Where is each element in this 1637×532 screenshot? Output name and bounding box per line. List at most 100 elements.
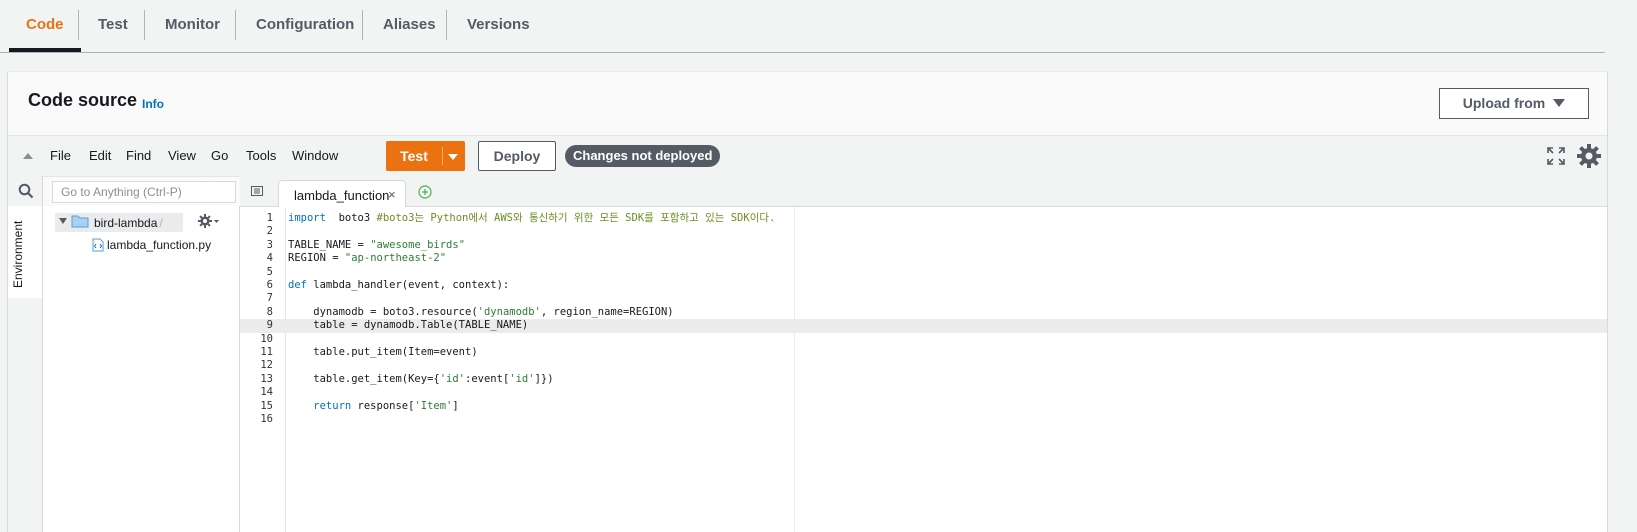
test-button-divider	[442, 147, 443, 165]
tab-test[interactable]: Test	[98, 0, 128, 51]
line-number: 12	[260, 359, 273, 372]
code-line[interactable]: 11 table.put_item(Item=event)	[240, 346, 1607, 359]
environment-tab[interactable]: Environment	[8, 206, 43, 298]
code-line[interactable]: 8 dynamodb = boto3.resource('dynamodb', …	[240, 306, 1607, 319]
environment-label: Environment	[11, 220, 25, 288]
line-number: 13	[260, 372, 273, 385]
line-number: 6	[266, 279, 273, 291]
code-line[interactable]: 5	[240, 266, 1607, 279]
tree-settings-gear-icon[interactable]	[198, 213, 220, 229]
tree-root-label: bird-lambda	[94, 216, 158, 230]
line-number: 16	[260, 413, 273, 425]
code-line[interactable]: 4 REGION = "ap-northeast-2"	[240, 252, 1607, 265]
tab-code[interactable]: Code	[26, 0, 64, 51]
menu-go[interactable]: Go	[211, 136, 228, 176]
code-token: #boto3는 Python에서 AWS와 통신하기 위한 모든 SDK를 포함…	[376, 212, 776, 224]
code-token: ]	[452, 399, 459, 412]
code-text: def lambda_handler(event, context):	[288, 279, 509, 292]
code-line[interactable]: 1 import boto3 #boto3는 Python에서 AWS와 통신하기…	[240, 212, 1607, 225]
code-text: table.get_item(Key={'id':event['id']})	[288, 372, 554, 386]
file-item-lambda-function[interactable]: lambda_function.py	[107, 238, 211, 252]
tab-separator	[446, 10, 447, 40]
tab-aliases[interactable]: Aliases	[383, 0, 436, 51]
tab-list-icon[interactable]	[251, 185, 263, 197]
code-token: 'dynamodb'	[477, 305, 541, 318]
settings-gear-icon[interactable]	[1576, 143, 1602, 169]
menu-edit[interactable]: Edit	[89, 136, 111, 176]
code-line[interactable]: 16	[240, 413, 1607, 426]
deploy-button[interactable]: Deploy	[478, 141, 556, 171]
menu-window[interactable]: Window	[292, 136, 338, 176]
panel-title: Code source	[28, 90, 138, 110]
code-token: table = dynamodb.Table(TABLE_NAME)	[288, 319, 529, 332]
line-number: 1	[266, 212, 273, 224]
code-token: table.put_item(Item=event)	[288, 346, 478, 358]
add-tab-icon[interactable]	[418, 185, 432, 199]
code-token: response[	[351, 399, 415, 412]
code-line[interactable]: 12	[240, 359, 1607, 372]
code-text: table.put_item(Item=event)	[288, 346, 478, 359]
menu-view[interactable]: View	[168, 136, 196, 176]
code-token: , region_name=REGION)	[540, 305, 674, 318]
fullscreen-icon[interactable]	[1546, 146, 1566, 166]
line-number: 2	[266, 225, 273, 238]
search-icon[interactable]	[18, 183, 34, 199]
code-line[interactable]: 15 return response['Item']	[240, 400, 1607, 413]
code-editor[interactable]: 1 import boto3 #boto3는 Python에서 AWS와 통신하기…	[240, 207, 1607, 532]
line-number: 15	[260, 399, 273, 412]
line-number: 14	[260, 386, 273, 399]
code-token: "awesome_birds"	[370, 238, 466, 251]
code-token: "ap-northeast-2"	[344, 252, 447, 265]
tab-monitor[interactable]: Monitor	[165, 0, 220, 51]
expand-arrow-icon[interactable]	[59, 218, 67, 224]
code-text: table = dynamodb.Table(TABLE_NAME)	[288, 319, 528, 332]
code-line[interactable]: 9 table = dynamodb.Table(TABLE_NAME)	[240, 319, 1607, 333]
panel-header: Code source Info Upload from	[8, 72, 1607, 135]
code-token: 'id'	[509, 372, 535, 385]
tree-root-path: - /	[152, 216, 163, 230]
file-tree: bird-lambda - / lambda_function.py	[43, 206, 240, 532]
line-number: 10	[260, 332, 273, 345]
code-token: ]})	[534, 372, 554, 385]
tab-configuration[interactable]: Configuration	[256, 0, 354, 51]
code-token: return	[288, 399, 352, 412]
tab-versions[interactable]: Versions	[467, 0, 530, 51]
code-token: lambda_handler(event, context):	[306, 279, 510, 291]
code-token: import	[288, 212, 326, 224]
editor-tab-bar: lambda_function ×	[240, 176, 1607, 207]
code-line[interactable]: 6 def lambda_handler(event, context):	[240, 279, 1607, 292]
upload-from-label: Upload from	[1462, 95, 1546, 111]
test-dropdown-icon[interactable]	[448, 154, 458, 160]
ide-toolbar: File Edit Find View Go Tools Window Test…	[8, 135, 1607, 177]
line-number: 5	[266, 265, 273, 278]
code-line[interactable]: 10	[240, 333, 1607, 346]
caret-down-icon	[1553, 99, 1566, 107]
active-tab-indicator	[9, 48, 81, 52]
code-line[interactable]: 3 TABLE_NAME = "awesome_birds"	[240, 239, 1607, 252]
code-line[interactable]: 2	[240, 225, 1607, 238]
code-line[interactable]: 14	[240, 386, 1607, 399]
info-link[interactable]: Info	[142, 97, 164, 111]
tab-separator	[362, 10, 363, 40]
upload-from-button[interactable]: Upload from	[1439, 88, 1589, 119]
editor-tab-lambda-function[interactable]: lambda_function ×	[278, 180, 406, 207]
code-text: dynamodb = boto3.resource('dynamodb', re…	[288, 305, 674, 319]
code-text: import boto3 #boto3는 Python에서 AWS와 통신하기 …	[288, 212, 775, 225]
code-token: REGION =	[288, 252, 345, 265]
menu-tools[interactable]: Tools	[246, 136, 276, 176]
test-button[interactable]: Test	[386, 141, 465, 171]
menu-find[interactable]: Find	[126, 136, 151, 176]
collapse-icon[interactable]	[23, 153, 33, 159]
go-to-anything-input[interactable]: Go to Anything (Ctrl-P)	[52, 181, 236, 203]
menu-file[interactable]: File	[50, 136, 71, 176]
code-line[interactable]: 7	[240, 292, 1607, 305]
code-line[interactable]: 13 table.get_item(Key={'id':event['id']}…	[240, 373, 1607, 386]
line-number: 8	[266, 305, 273, 318]
code-token: table.get_item(Key={	[288, 372, 440, 385]
close-icon[interactable]: ×	[388, 187, 396, 202]
folder-icon	[71, 215, 89, 228]
code-token: def	[288, 279, 307, 291]
code-token: TABLE_NAME =	[288, 238, 371, 251]
code-token: dynamodb = boto3.resource(	[288, 305, 478, 318]
status-badge: Changes not deployed	[565, 145, 721, 167]
